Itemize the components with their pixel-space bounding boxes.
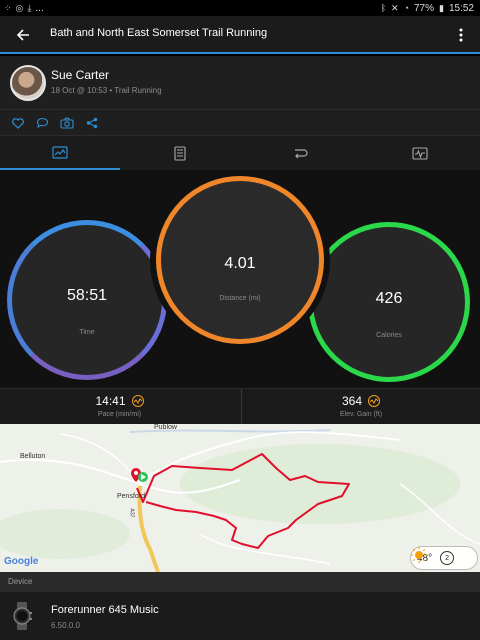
google-attribution: Google [4, 556, 39, 567]
watch-icon [13, 602, 32, 630]
device-section-title: Device [8, 577, 33, 586]
tab-summary[interactable] [0, 136, 120, 170]
battery-percent: 77% [414, 2, 435, 14]
place-label-publow: Publow [154, 424, 177, 431]
device-row[interactable]: Forerunner 645 Music 6.50.0.0 [0, 592, 480, 640]
time-stat: 58:51 Time [7, 220, 167, 380]
place-label-pensford: Pensford [117, 493, 146, 500]
elevation-label: Elev. Gain (ft) [339, 411, 383, 418]
comment-icon [36, 117, 48, 129]
download-icon: ⤓ [27, 3, 32, 13]
map-summary-icon [52, 145, 68, 159]
charts-icon [412, 146, 428, 160]
social-actions [0, 110, 480, 136]
share-button[interactable] [84, 115, 100, 131]
elevation-chart-icon [368, 395, 381, 407]
map-canvas [0, 424, 480, 572]
tab-laps[interactable] [240, 136, 360, 170]
device-name: Forerunner 645 Music [51, 604, 159, 616]
time-value: 58:51 [66, 287, 108, 304]
status-time: 15:52 [448, 2, 474, 14]
share-icon [86, 117, 98, 129]
distance-value: 4.01 [224, 255, 256, 272]
back-arrow-icon [16, 29, 29, 41]
add-photo-button[interactable] [59, 115, 75, 131]
metrics-row: 14:41 Pace (min/mi) 364 Elev. Gain (ft) [0, 388, 480, 425]
notification-dots-icon: ⁘ [4, 3, 12, 13]
status-ellipsis: ... [35, 2, 44, 14]
stats-list-icon [174, 145, 186, 161]
tab-stats[interactable] [120, 136, 240, 170]
pace-chart-icon [131, 395, 144, 407]
sync-icon: ◎ [15, 3, 24, 13]
route-map[interactable]: Publow Belluton Pensford A37 Google 48° … [0, 424, 480, 572]
elevation-value: 364 [341, 394, 363, 408]
start-marker-icon [138, 472, 148, 482]
app-bar: Bath and North East Somerset Trail Runni… [0, 16, 480, 54]
pace-metric[interactable]: 14:41 Pace (min/mi) [0, 389, 239, 425]
like-button[interactable] [10, 115, 26, 131]
comment-button[interactable] [34, 115, 50, 131]
battery-icon: ▮ [439, 3, 444, 13]
device-section-header: Device [0, 572, 480, 592]
more-options-button[interactable] [450, 22, 472, 48]
mute-icon: ✕ [391, 3, 399, 13]
camera-icon [60, 117, 74, 129]
sun-icon [411, 547, 427, 563]
calories-value: 426 [375, 290, 403, 307]
like-icon [12, 117, 24, 129]
distance-stat: 4.01 Distance (mi) [156, 176, 324, 344]
tab-charts[interactable] [360, 136, 480, 170]
activity-title: Bath and North East Somerset Trail Runni… [50, 27, 268, 39]
user-name[interactable]: Sue Carter [51, 68, 109, 82]
elevation-metric[interactable]: 364 Elev. Gain (ft) [241, 389, 480, 425]
device-version: 6.50.0.0 [51, 621, 80, 630]
calories-stat: 426 Calories [308, 222, 470, 382]
activity-tabs [0, 136, 480, 170]
time-label: Time [79, 329, 95, 336]
weather-badge[interactable]: 48° 2 [410, 546, 478, 570]
wind-speed-icon: 2 [440, 551, 455, 565]
avatar[interactable] [10, 65, 46, 101]
back-button[interactable] [10, 22, 36, 48]
pace-value: 14:41 [95, 394, 126, 408]
bluetooth-icon: ᛒ [380, 3, 387, 13]
wifi-icon: ◔ [403, 3, 409, 13]
profile-header: Sue Carter 18 Oct @ 10:53 • Trail Runnin… [0, 56, 480, 110]
calories-label: Calories [376, 332, 402, 339]
distance-label: Distance (mi) [219, 295, 261, 302]
road-label-a37: A37 [128, 508, 135, 518]
status-bar: ⁘ ◎ ⤓ ... ᛒ ✕ ◔ 77% ▮ 15:52 [0, 0, 480, 16]
place-label-belluton: Belluton [20, 453, 46, 460]
stats-panel: 58:51 Time 426 Calories 4.01 Distance (m… [0, 170, 480, 388]
activity-date-type: 18 Oct @ 10:53 • Trail Running [51, 86, 162, 95]
more-vert-icon [459, 28, 463, 42]
laps-icon [295, 149, 308, 159]
pace-label: Pace (min/mi) [97, 411, 142, 418]
